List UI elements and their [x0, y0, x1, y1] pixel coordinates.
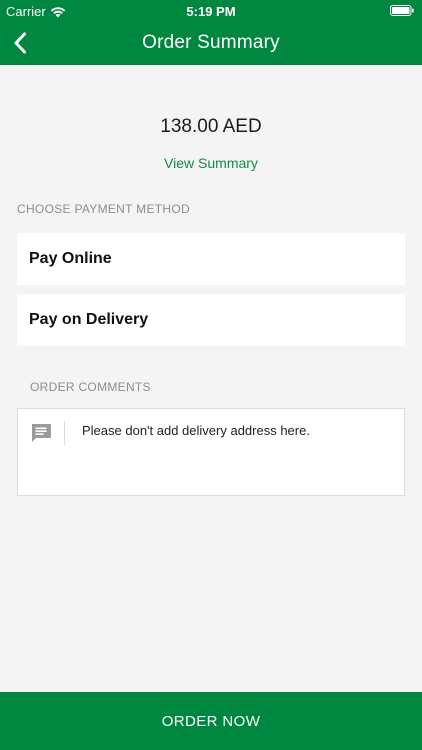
pay-online-label: Pay Online	[29, 250, 112, 267]
order-summary-screen: Carrier 5:19 PM Order Summary 138.00 AED…	[0, 0, 422, 750]
pay-on-delivery-option[interactable]: Pay on Delivery	[17, 294, 405, 346]
comment-divider	[64, 421, 65, 445]
comment-icon	[32, 424, 51, 442]
payment-method-section-label: CHOOSE PAYMENT METHOD	[17, 202, 190, 216]
pay-on-delivery-label: Pay on Delivery	[29, 311, 149, 328]
order-comments-input[interactable]	[74, 419, 394, 485]
order-total-amount: 138.00 AED	[160, 116, 262, 137]
order-comments-box	[17, 408, 405, 496]
order-now-button[interactable]: ORDER NOW	[0, 692, 422, 750]
view-summary-link[interactable]: View Summary	[0, 155, 422, 171]
pay-online-option[interactable]: Pay Online	[17, 233, 405, 285]
status-bar: Carrier 5:19 PM	[0, 0, 422, 22]
order-comments-section-label: ORDER COMMENTS	[30, 380, 151, 394]
status-time: 5:19 PM	[186, 4, 236, 19]
page-title: Order Summary	[142, 32, 280, 53]
nav-bar: Order Summary	[0, 22, 422, 65]
header: Carrier 5:19 PM Order Summary	[0, 0, 422, 65]
battery-icon	[390, 5, 414, 16]
